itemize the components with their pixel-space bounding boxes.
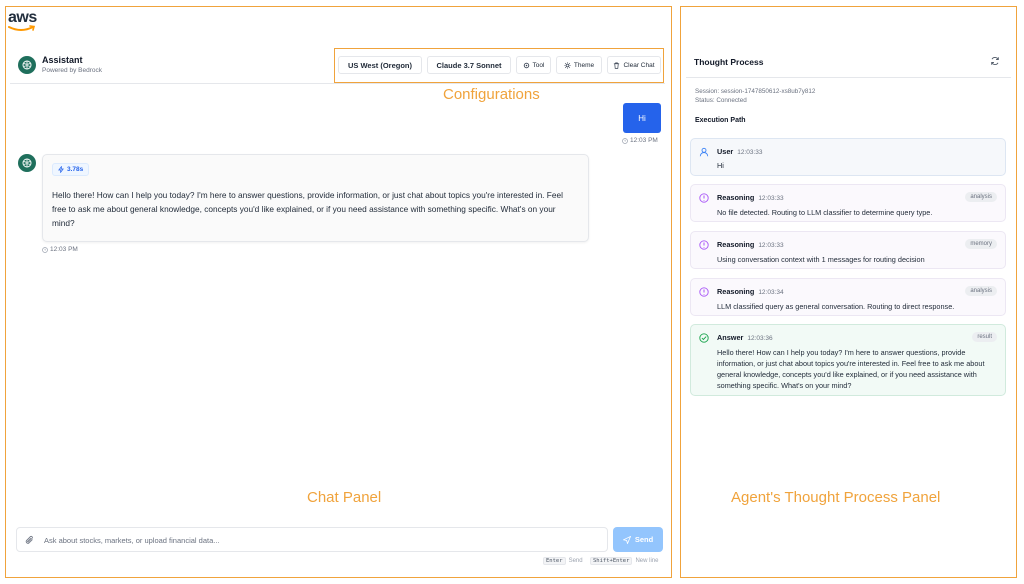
callout-chat-panel: Chat Panel xyxy=(307,489,382,506)
callout-configurations: Configurations xyxy=(443,86,540,103)
trash-icon xyxy=(614,62,620,69)
gear-icon xyxy=(523,62,529,68)
user-message-bubble: Hi xyxy=(623,103,661,133)
region-label: US West (Oregon) xyxy=(347,60,413,70)
assistant-avatar xyxy=(18,56,36,74)
brain-icon xyxy=(22,60,32,70)
user-message-text: Hi xyxy=(638,113,646,123)
step-text: Hello there! How can I help you today? I… xyxy=(717,348,985,390)
shift-enter-key: Shift+Enter xyxy=(590,557,633,565)
message-input[interactable]: Ask about stocks, markets, or upload fin… xyxy=(16,527,608,552)
user-icon xyxy=(699,147,709,157)
brain-icon xyxy=(22,158,32,168)
enter-key: Enter xyxy=(543,557,566,565)
check-circle-icon xyxy=(699,333,709,343)
assistant-message-text: Hello there! How can I help you today? I… xyxy=(52,190,563,228)
clear-chat-label: Clear Chat xyxy=(623,61,655,69)
tool-button[interactable]: Tool xyxy=(516,56,551,74)
step-tag: memory xyxy=(965,239,997,249)
theme-label: Theme xyxy=(573,61,595,69)
clear-chat-button[interactable]: Clear Chat xyxy=(607,56,661,74)
step-time: 12:03:36 xyxy=(747,335,773,342)
assistant-message-time: 12:03 PM xyxy=(42,246,78,253)
step-user: User 12:03:33 Hi xyxy=(690,138,1006,176)
paperclip-icon[interactable] xyxy=(25,535,35,546)
sun-icon xyxy=(564,61,571,69)
refresh-icon[interactable] xyxy=(990,56,1000,66)
step-reasoning: Reasoning 12:03:33 memory Using conversat… xyxy=(690,231,1006,269)
reasoning-icon xyxy=(699,193,709,203)
user-message-time: 12:03 PM xyxy=(622,137,658,144)
session-id: Session: session-1747850612-xs8ub7y812 xyxy=(695,88,816,95)
enter-hint-text: Send xyxy=(568,558,583,564)
assistant-message-avatar xyxy=(18,154,36,172)
assistant-time-text: 12:03 PM xyxy=(50,246,78,253)
lightning-icon xyxy=(58,166,64,173)
callout-thought-panel: Agent's Thought Process Panel xyxy=(731,489,941,506)
step-type: Answer 12:03:36 xyxy=(717,333,773,342)
tool-label: Tool xyxy=(532,61,545,69)
connection-status: Status: Connected xyxy=(695,97,747,104)
region-select[interactable]: US West (Oregon) xyxy=(338,56,422,74)
step-reasoning: Reasoning 12:03:33 analysis No file detec… xyxy=(690,184,1006,222)
reasoning-icon xyxy=(699,240,709,250)
theme-button[interactable]: Theme xyxy=(556,56,602,74)
step-time: 12:03:34 xyxy=(758,289,784,296)
send-label: Send xyxy=(634,535,654,544)
thought-header-divider xyxy=(686,77,1011,78)
reasoning-icon xyxy=(699,287,709,297)
step-tag: result xyxy=(972,332,997,342)
model-label: Claude 3.7 Sonnet xyxy=(436,60,502,70)
send-icon xyxy=(622,535,631,544)
step-type: Reasoning 12:03:33 xyxy=(717,193,784,202)
assistant-subtitle: Powered by Bedrock xyxy=(42,67,102,74)
step-type: Reasoning 12:03:33 xyxy=(717,240,784,249)
assistant-message-card: 3.78s Hello there! How can I help you to… xyxy=(42,154,589,242)
step-text: Hi xyxy=(717,161,724,170)
step-time: 12:03:33 xyxy=(737,149,763,156)
response-time-badge: 3.78s xyxy=(52,163,90,176)
step-tag: analysis xyxy=(965,286,997,296)
assistant-title: Assistant xyxy=(42,55,83,65)
step-tag: analysis xyxy=(965,192,997,202)
step-text: Using conversation context with 1 messag… xyxy=(717,255,925,264)
session-info: Session: session-1747850612-xs8ub7y812 S… xyxy=(695,87,815,105)
step-text: No file detected. Routing to LLM classif… xyxy=(717,208,933,217)
clock-icon xyxy=(42,246,48,253)
user-time-text: 12:03 PM xyxy=(630,137,658,144)
execution-path-label: Execution Path xyxy=(695,117,746,124)
enter-hint: Enter Send xyxy=(543,557,583,565)
newline-hint-text: New line xyxy=(635,558,659,564)
model-select[interactable]: Claude 3.7 Sonnet xyxy=(427,56,511,74)
step-answer: Answer 12:03:36 result Hello there! How c… xyxy=(690,324,1006,396)
step-text: LLM classified query as general conversa… xyxy=(717,302,955,311)
message-input-placeholder: Ask about stocks, markets, or upload fin… xyxy=(44,536,220,545)
newline-hint: Shift+Enter New line xyxy=(590,557,658,565)
step-time: 12:03:33 xyxy=(758,195,784,202)
step-reasoning: Reasoning 12:03:34 analysis LLM classifie… xyxy=(690,278,1006,316)
step-type: User 12:03:33 xyxy=(717,147,763,156)
clock-icon xyxy=(622,137,628,144)
send-button[interactable]: Send xyxy=(613,527,663,552)
step-time: 12:03:33 xyxy=(758,242,784,249)
thought-process-title: Thought Process xyxy=(694,57,764,67)
step-type: Reasoning 12:03:34 xyxy=(717,287,784,296)
response-time-text: 3.78s xyxy=(67,166,84,173)
